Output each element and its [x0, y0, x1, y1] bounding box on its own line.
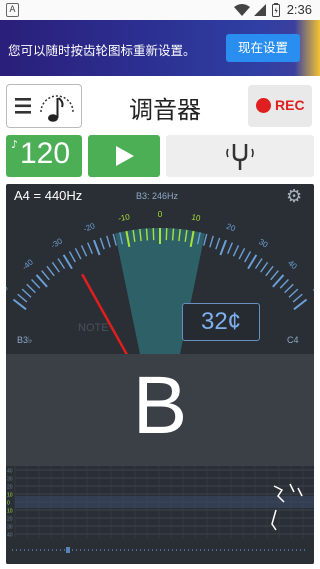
wifi-icon [234, 4, 250, 16]
pitch-history-graph: 40302010010203040 [6, 466, 314, 538]
dial-tick [26, 283, 36, 294]
sharp-note-label: C4 [287, 335, 299, 345]
dial-tick [17, 293, 28, 303]
dial-tick [272, 274, 285, 288]
cents-display: 32¢ [182, 303, 260, 341]
dial-scale-label: -20 [82, 221, 97, 234]
dial-scale-label: -50 [6, 283, 10, 298]
dial-tick [244, 251, 252, 263]
dial-tick [270, 270, 279, 281]
flat-note-label: B3♭ [17, 335, 33, 345]
dial-tick [74, 248, 82, 260]
dial-tick [106, 235, 111, 248]
clock: 2:36 [286, 2, 312, 17]
record-dot-icon [256, 98, 271, 113]
play-button[interactable] [88, 135, 160, 177]
dial-tick [227, 242, 233, 254]
dial-tick [293, 298, 308, 311]
graph-axis-label: 30 [7, 477, 13, 483]
dial-tick [265, 265, 274, 277]
detected-note: B [132, 360, 188, 451]
dial-tick [31, 278, 41, 289]
dial-tick [215, 237, 221, 250]
record-label: REC [275, 97, 305, 113]
volume-strip [6, 538, 314, 564]
tuning-fork-button[interactable] [166, 135, 314, 177]
dial-tick [232, 245, 240, 257]
dial-scale-label: 10 [191, 213, 202, 224]
dial-tick [247, 254, 258, 270]
dial-tick [284, 283, 294, 294]
music-note-icon: ♪ [11, 138, 19, 151]
tempo-button[interactable]: ♪ 120 [6, 135, 82, 177]
dial-tick [46, 265, 55, 277]
dial-tick [57, 258, 66, 269]
signal-icon [254, 4, 266, 16]
graph-axis-label: 0 [7, 501, 10, 507]
play-icon [116, 146, 134, 166]
battery-icon [272, 3, 280, 17]
tuner-panel: A4 = 440Hz B3: 246Hz ⚙ -50 -40 -30 -20 -10 0 1… [6, 184, 314, 564]
dial-tick [209, 235, 214, 248]
dial-tick [279, 278, 289, 289]
dial-tick [260, 261, 269, 273]
tuner-needle [81, 273, 129, 354]
setup-now-button[interactable]: 现在设置 [226, 34, 300, 62]
dial-tick [41, 270, 50, 281]
graph-axis-label: 30 [7, 525, 13, 531]
dial-tick [99, 237, 105, 250]
dial-tick [87, 242, 93, 254]
dial-faint-text: NOTE [78, 322, 109, 334]
dial-tick [292, 293, 303, 303]
page-title: 调音器 [129, 96, 201, 124]
dial-tick [51, 261, 60, 273]
dial-tick [80, 245, 88, 257]
status-bar: A 2:36 [0, 0, 320, 20]
tuning-fork-icon [226, 144, 254, 170]
graph-axis-label: 20 [7, 517, 13, 523]
dial-scale-label: -30 [49, 236, 64, 250]
dial-tick [68, 251, 76, 263]
dial-tick [62, 254, 73, 270]
graph-axis-label: 20 [7, 485, 13, 491]
dial-tick [145, 228, 149, 241]
tuner-dial: -50 -40 -30 -20 -10 0 10 20 30 40 50 NOTE [6, 210, 314, 354]
graph-axis-label: 10 [7, 509, 13, 515]
dial-tick [21, 288, 32, 298]
record-button[interactable]: REC [248, 85, 312, 127]
dial-tick [35, 274, 48, 288]
dial-scale-label: -40 [20, 257, 35, 272]
dial-scale-label: 20 [225, 222, 237, 234]
metronome-dial-icon [40, 95, 74, 122]
menu-metronome-button[interactable] [6, 84, 82, 128]
dial-tick [219, 239, 227, 256]
dial-tick [238, 248, 246, 260]
dial-scale-label: 30 [257, 237, 270, 250]
dial-tick [12, 298, 27, 311]
settings-hint-banner: 您可以随时按齿轮图标重新设置。 现在设置 [0, 20, 320, 76]
dial-tick [254, 258, 263, 269]
dial-tick [288, 288, 299, 298]
dial-tick [93, 239, 101, 256]
dial-scale-label: 0 [158, 210, 163, 219]
hamburger-menu-icon [15, 98, 31, 114]
graph-axis-label: 40 [7, 469, 13, 475]
dial-scale-label: 50 [311, 285, 314, 298]
banner-message: 您可以随时按齿轮图标重新设置。 [8, 43, 196, 58]
app-notification-icon: A [6, 3, 19, 17]
dial-scale-label: 40 [286, 258, 299, 271]
dial-tick [171, 228, 175, 241]
tempo-value: 120 [20, 137, 71, 170]
dial-scale-label: -10 [117, 212, 131, 223]
graph-axis-label: 10 [7, 493, 13, 499]
